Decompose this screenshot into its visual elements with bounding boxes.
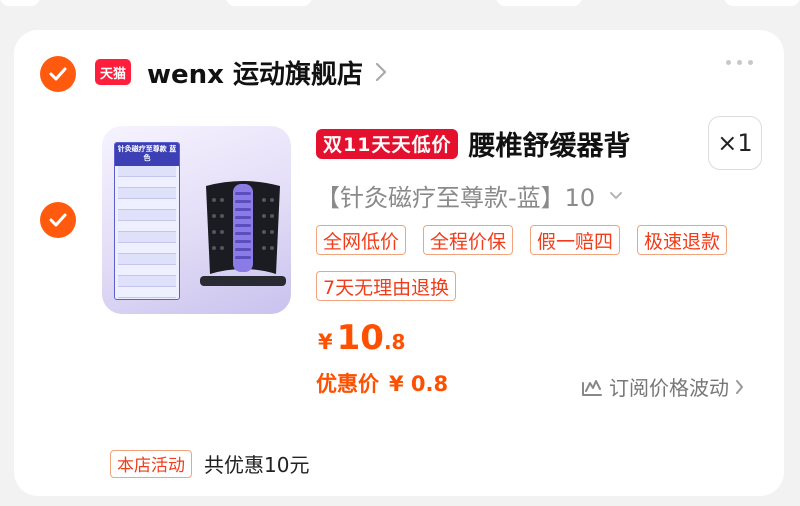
product-image-header: 针灸磁疗至尊款 蓝色 [115, 143, 179, 166]
product-image-spec-panel: 针灸磁疗至尊款 蓝色 [114, 142, 180, 300]
spec-line [118, 243, 176, 254]
product-title[interactable]: 腰椎舒缓器背 [468, 124, 630, 163]
more-icon[interactable] [726, 60, 753, 65]
price-integer: 10 [336, 318, 384, 358]
check-icon [49, 67, 67, 81]
top-card-edge [0, 0, 40, 6]
currency-symbol: ¥ [318, 330, 333, 354]
discount-price: 优惠价 ¥ 0.8 [316, 368, 448, 398]
more-dot [748, 60, 753, 65]
service-tag: 全网低价 [316, 225, 407, 255]
spec-line [118, 166, 176, 177]
product-title-row[interactable]: 双11天天低价 腰椎舒缓器背 [316, 124, 630, 163]
store-select-checkbox[interactable] [40, 56, 76, 92]
store-header[interactable]: 天猫 wenx 运动旗舰店 [95, 44, 387, 100]
spec-line [118, 221, 176, 232]
spec-line [118, 232, 176, 243]
more-dot [726, 60, 731, 65]
price-decimal: .8 [383, 330, 406, 354]
store-activity-tag: 本店活动 [110, 449, 192, 478]
product-image[interactable]: 针灸磁疗至尊款 蓝色 [102, 126, 291, 314]
spec-line [118, 199, 176, 210]
discount-value: ¥ 0.8 [389, 372, 449, 396]
spec-line [118, 287, 176, 298]
top-card-edge [226, 0, 312, 6]
sku-text[interactable]: 【针灸磁疗至尊款-蓝】10 [316, 178, 595, 213]
spec-line [118, 254, 176, 265]
service-tag: 假一赔四 [530, 225, 621, 255]
spec-line [118, 276, 176, 287]
discount-label: 优惠价 [316, 372, 379, 396]
service-tag: 7天无理由退换 [316, 271, 457, 301]
item-select-checkbox[interactable] [40, 202, 76, 238]
chevron-down-icon [609, 191, 623, 200]
price-subscribe-link[interactable]: 订阅价格波动 [581, 372, 744, 401]
spec-line [118, 210, 176, 221]
spec-line [118, 265, 176, 276]
store-name[interactable]: wenx 运动旗舰店 [147, 54, 363, 91]
store-activity-row[interactable]: 本店活动 共优惠10元 [110, 449, 309, 478]
back-stretcher-device-image [200, 181, 286, 286]
spec-line [118, 177, 176, 188]
tmall-logo: 天猫 [95, 59, 131, 85]
promo-badge: 双11天天低价 [316, 128, 459, 159]
price-subscribe-label[interactable]: 订阅价格波动 [609, 372, 729, 401]
chevron-right-icon [375, 62, 387, 82]
spec-line [118, 188, 176, 199]
quantity-stepper[interactable]: ×1 [708, 116, 762, 170]
chevron-right-icon [735, 379, 744, 395]
service-tag: 全程价保 [423, 225, 514, 255]
service-tag: 极速退款 [637, 225, 728, 255]
price-subscribe-icon [581, 377, 603, 397]
top-card-edge [496, 0, 582, 6]
store-activity-text: 共优惠10元 [204, 453, 310, 477]
check-icon [49, 213, 67, 227]
sku-selector[interactable]: 【针灸磁疗至尊款-蓝】10 [316, 178, 623, 213]
top-card-edge [724, 0, 800, 6]
product-price: ¥ 10 .8 [318, 318, 405, 358]
more-dot [737, 60, 742, 65]
